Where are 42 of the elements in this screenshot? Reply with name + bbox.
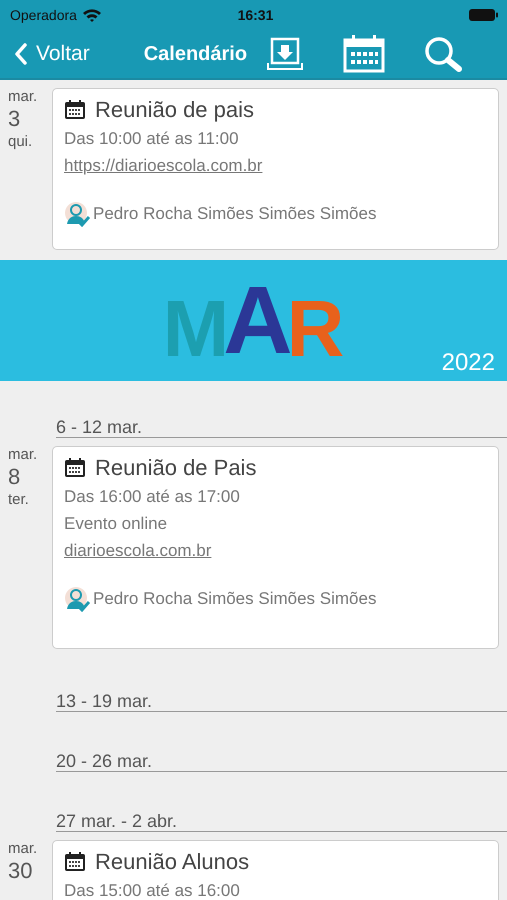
week-range: 6 - 12 mar. xyxy=(56,417,142,437)
status-time: 16:31 xyxy=(236,7,274,23)
calendar-icon xyxy=(64,100,86,120)
event-day: 3 xyxy=(8,105,20,133)
calendar-icon xyxy=(64,852,86,872)
calendar-icon xyxy=(64,458,86,478)
event-day: 8 xyxy=(8,463,20,491)
chevron-left-icon xyxy=(14,43,28,65)
event-card[interactable]: Reunião de pais Das 10:00 até as 11:00 https://diarioescola.com.br Pedro Rocha Simões Simões Simões xyxy=(52,88,499,250)
organizer-name: Pedro Rocha Simões Simões Simões xyxy=(93,589,376,609)
event-card[interactable]: Reunião de Pais Das 16:00 até as 17:00 Evento online diarioescola.com.br Pedro Rocha Simões Simões Simões xyxy=(52,446,499,649)
week-range: 27 mar. - 2 abr. xyxy=(56,811,178,831)
event-title: Reunião Alunos xyxy=(95,849,250,875)
search-icon[interactable] xyxy=(423,36,464,72)
event-month: mar. xyxy=(8,446,38,463)
event-link[interactable]: diarioescola.com.br xyxy=(64,539,212,562)
event-day: 30 xyxy=(8,857,32,885)
event-link[interactable]: https://diarioescola.com.br xyxy=(64,154,262,177)
person-check-icon xyxy=(64,586,90,612)
download-icon[interactable] xyxy=(267,37,304,71)
event-month: mar. xyxy=(8,840,38,857)
event-weekday: ter. xyxy=(8,491,29,508)
wifi-icon xyxy=(82,8,102,22)
event-time: Das 16:00 até as 17:00 xyxy=(64,486,241,508)
event-title: Reunião de Pais xyxy=(95,455,256,481)
event-weekday: qui. xyxy=(8,133,32,150)
person-check-icon xyxy=(64,201,90,227)
event-time: Das 10:00 até as 11:00 xyxy=(64,128,240,150)
banner-year: 2022 xyxy=(442,349,495,377)
carrier-name: Operadora xyxy=(10,7,77,23)
month-letter: A xyxy=(223,272,293,368)
page-title: Calendário xyxy=(144,42,248,66)
event-note: Evento online xyxy=(64,513,168,535)
event-month: mar. xyxy=(8,88,38,105)
battery-icon xyxy=(469,8,499,22)
week-range: 20 - 26 mar. xyxy=(56,751,152,771)
organizer-name: Pedro Rocha Simões Simões Simões xyxy=(93,204,376,224)
week-range: 13 - 19 mar. xyxy=(56,691,152,711)
calendar-icon[interactable] xyxy=(343,35,386,73)
event-time: Das 15:00 até as 16:00 xyxy=(64,880,241,900)
event-card[interactable]: Reunião Alunos Das 15:00 até as 16:00 xyxy=(52,840,499,900)
event-title: Reunião de pais xyxy=(95,97,254,123)
